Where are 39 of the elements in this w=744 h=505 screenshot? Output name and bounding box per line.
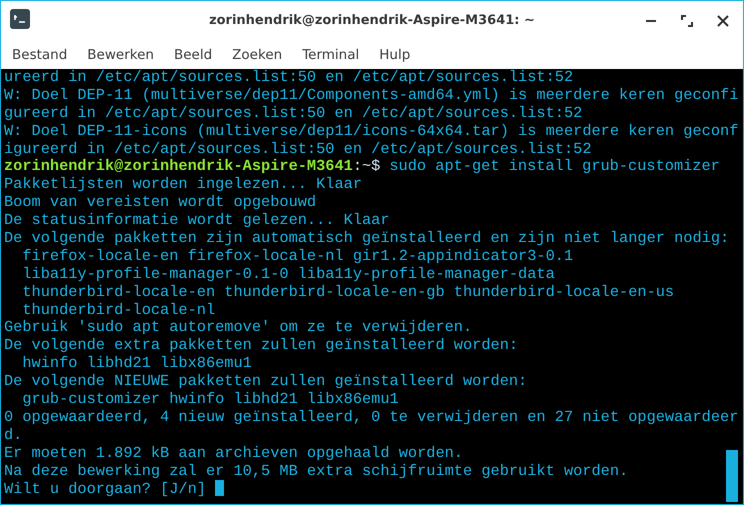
output-line: grub-customizer hwinfo libhd21 libx86emu1 bbox=[21, 390, 399, 408]
maximize-icon bbox=[681, 15, 693, 27]
menu-item[interactable]: Bestand bbox=[5, 44, 74, 66]
prompt-path: :~$ bbox=[352, 157, 380, 176]
output-line: hwinfo libhd21 libx86emu1 bbox=[21, 354, 252, 372]
menu-item[interactable]: Zoeken bbox=[225, 44, 290, 66]
menu-item[interactable]: Terminal bbox=[295, 44, 366, 66]
terminal-area[interactable] bbox=[1, 69, 743, 504]
text-cursor bbox=[214, 480, 224, 496]
output-line: 0 opgewaardeerd, 4 nieuw geïnstalleerd, 0 te verwijderen en 27 niet opgewaardeer bbox=[4, 408, 738, 426]
terminal-icon bbox=[10, 9, 30, 29]
output-line: Gebruik 'sudo apt autoremove' om ze te verwijderen. bbox=[4, 318, 472, 336]
output-line: gureerd in /etc/apt/sources.list:50 en /etc/apt/sources.list:52 bbox=[4, 104, 582, 122]
scrollbar-thumb[interactable] bbox=[726, 450, 738, 502]
output-line: Pakketlijsten worden ingelezen... Klaar bbox=[4, 175, 362, 194]
window-title: zorinhendrik@zorinhendrik-Aspire-M3641: ~ bbox=[209, 12, 535, 30]
output-line: igureerd in /etc/apt/sources.list:50 en /etc/apt/sources.list:52 bbox=[4, 140, 592, 158]
prompt-user: zorinhendrik@zorinhendrik-Aspire-M3641 bbox=[4, 157, 353, 176]
output-line: De volgende extra pakketten zullen geïnstalleerd worden: bbox=[4, 336, 518, 354]
output-line: liba11y-profile-manager-0.1-0 liba11y-profile-manager-data bbox=[21, 264, 555, 283]
output-line: thunderbird-locale-nl bbox=[21, 300, 216, 319]
output-line: Er moeten 1.892 kB aan archieven opgehaald worden. bbox=[4, 444, 463, 462]
output-line: firefox-locale-en firefox-locale-nl gir1.2-appindicator3-0.1 bbox=[21, 246, 574, 265]
output-line: d. bbox=[4, 426, 22, 444]
close-icon bbox=[717, 15, 729, 27]
output-line: De volgende NIEUWE pakketten zullen geïnstalleerd worden: bbox=[4, 372, 528, 390]
output-line: thunderbird-locale-en thunderbird-locale-en-gb thunderbird-locale-en-us bbox=[21, 282, 674, 301]
menu-item[interactable]: Hulp bbox=[372, 44, 418, 66]
prompt-question: Wilt u doorgaan? [J/n] bbox=[4, 480, 206, 498]
command-text: sudo apt-get install grub-customizer bbox=[389, 157, 720, 176]
output-line: De statusinformatie wordt gelezen... Klaar bbox=[4, 211, 390, 230]
output-line: ureerd in /etc/apt/sources.list:50 en /etc/apt/sources.list:52 bbox=[4, 69, 574, 86]
output-line: De volgende pakketten zijn automatisch geïnstalleerd en zijn niet langer nodig: bbox=[4, 229, 730, 248]
output-line: W: Doel DEP-11 (multiverse/dep11/Components-amd64.yml) is meerdere keren geconfi bbox=[4, 86, 738, 104]
output-line: W: Doel DEP-11-icons (multiverse/dep11/icons-64x64.tar) is meerdere keren geconf bbox=[4, 122, 738, 140]
output-line: Boom van vereisten wordt opgebouwd bbox=[4, 193, 316, 212]
menu-item[interactable]: Beeld bbox=[166, 44, 220, 66]
output-line: Na deze bewerking zal er 10,5 MB extra schijfruimte gebruikt worden. bbox=[4, 462, 628, 480]
menu-item[interactable]: Bewerken bbox=[80, 44, 161, 66]
